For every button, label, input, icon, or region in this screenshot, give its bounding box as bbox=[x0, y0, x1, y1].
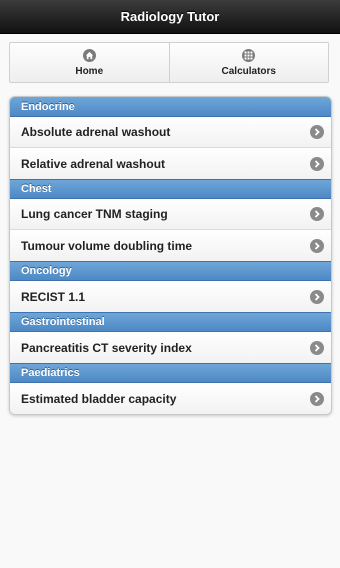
chevron-right-icon bbox=[310, 156, 324, 171]
group-header-endocrine: Endocrine bbox=[10, 97, 331, 117]
chevron-right-icon bbox=[310, 238, 324, 253]
list-item-label: Estimated bladder capacity bbox=[21, 391, 177, 406]
list-item-lung-cancer-tnm-staging[interactable]: Lung cancer TNM staging bbox=[10, 199, 331, 230]
home-icon bbox=[82, 49, 96, 62]
group-header-oncology: Oncology bbox=[10, 261, 331, 281]
group-header-gastrointestinal: Gastrointestinal bbox=[10, 312, 331, 332]
chevron-right-icon bbox=[310, 207, 324, 221]
nav-home-label: Home bbox=[75, 66, 104, 77]
app-header: Radiology Tutor bbox=[0, 0, 340, 34]
nav-calculators-label: Calculators bbox=[221, 66, 276, 77]
chevron-right-icon bbox=[310, 391, 324, 406]
app-title: Radiology Tutor bbox=[120, 9, 220, 24]
chevron-right-icon bbox=[310, 340, 324, 355]
navbar: Home Calculators bbox=[9, 42, 329, 83]
list-item-label: Absolute adrenal washout bbox=[21, 125, 171, 139]
list-item-pancreatitis-ct-severity-index[interactable]: Pancreatitis CT severity index bbox=[10, 332, 331, 363]
calculator-list: Endocrine Absolute adrenal washout Relat… bbox=[9, 96, 332, 415]
list-item-label: Pancreatitis CT severity index bbox=[21, 340, 192, 355]
chevron-right-icon bbox=[310, 289, 324, 304]
list-item-relative-adrenal-washout[interactable]: Relative adrenal washout bbox=[10, 148, 331, 179]
grid-icon bbox=[242, 49, 256, 62]
list-item-absolute-adrenal-washout[interactable]: Absolute adrenal washout bbox=[10, 117, 331, 148]
list-item-label: Tumour volume doubling time bbox=[21, 238, 193, 253]
nav-home-button[interactable]: Home bbox=[10, 43, 169, 82]
list-item-recist[interactable]: RECIST 1.1 bbox=[10, 281, 331, 312]
group-header-paediatrics: Paediatrics bbox=[10, 363, 331, 383]
list-item-label: Lung cancer TNM staging bbox=[21, 207, 168, 221]
chevron-right-icon bbox=[310, 125, 324, 139]
list-item-label: RECIST 1.1 bbox=[21, 289, 86, 304]
list-item-estimated-bladder-capacity[interactable]: Estimated bladder capacity bbox=[10, 383, 331, 414]
nav-calculators-button[interactable]: Calculators bbox=[168, 43, 329, 82]
group-header-chest: Chest bbox=[10, 179, 331, 199]
list-item-label: Relative adrenal washout bbox=[21, 156, 166, 171]
list-item-tumour-volume-doubling-time[interactable]: Tumour volume doubling time bbox=[10, 230, 331, 261]
